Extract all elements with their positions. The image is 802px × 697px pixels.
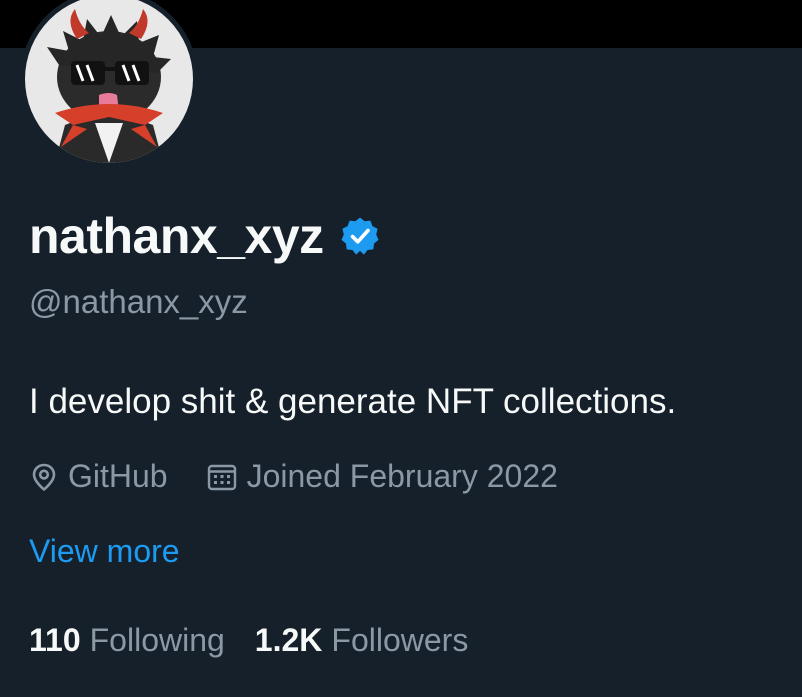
calendar-icon bbox=[207, 464, 236, 490]
view-more-link[interactable]: View more bbox=[29, 535, 180, 567]
following-link[interactable]: 110 Following bbox=[29, 622, 225, 659]
name-row: nathanx_xyz bbox=[29, 203, 380, 269]
followers-link[interactable]: 1.2K Followers bbox=[255, 622, 469, 659]
profile-avatar[interactable] bbox=[20, 0, 198, 168]
location-text: GitHub bbox=[68, 458, 168, 494]
avatar-image bbox=[25, 0, 193, 163]
verified-badge-icon[interactable] bbox=[340, 216, 380, 256]
profile-meta: GitHub Joined February 2022 bbox=[29, 458, 558, 495]
follow-stats: 110 Following 1.2K Followers bbox=[29, 622, 468, 659]
display-name: nathanx_xyz bbox=[29, 208, 324, 264]
location-item: GitHub bbox=[29, 458, 168, 495]
following-label: Following bbox=[89, 622, 225, 658]
joined-item: Joined February 2022 bbox=[206, 458, 558, 495]
followers-label: Followers bbox=[331, 622, 469, 658]
following-count: 110 bbox=[29, 622, 81, 658]
user-handle: @nathanx_xyz bbox=[29, 283, 248, 320]
followers-count: 1.2K bbox=[254, 622, 323, 658]
joined-text: Joined February 2022 bbox=[246, 458, 558, 494]
profile-bio: I develop shit & generate NFT collection… bbox=[29, 382, 677, 421]
location-pin-icon bbox=[32, 463, 56, 491]
